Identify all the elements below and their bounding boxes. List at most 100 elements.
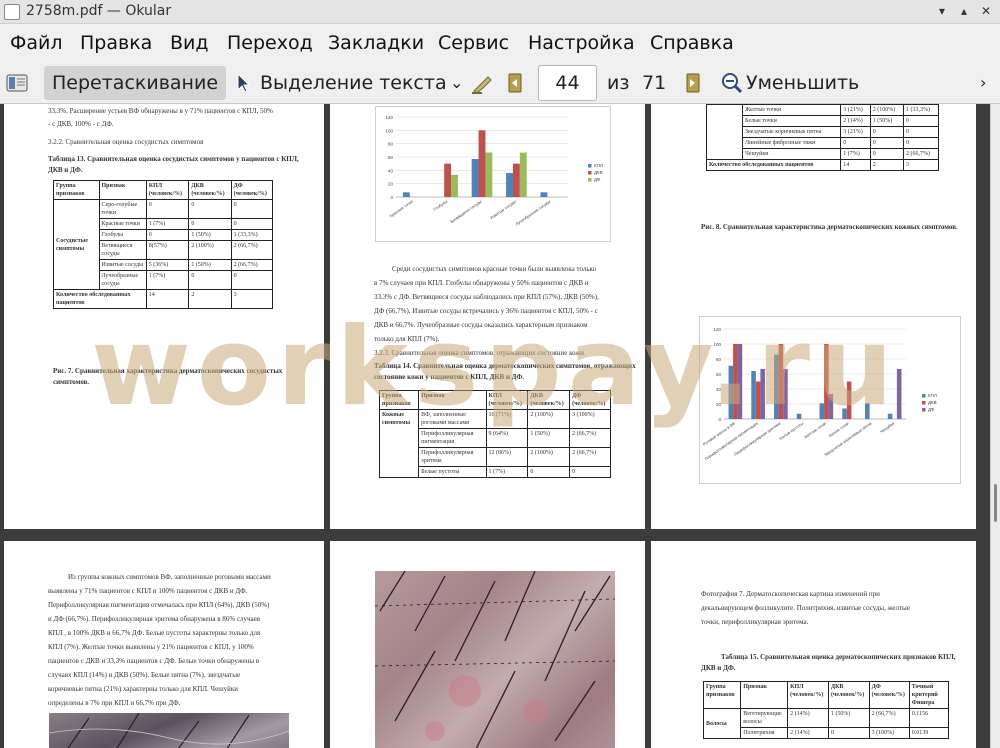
chart-bar (865, 403, 870, 419)
table-header-cell: Признак (98, 180, 147, 200)
table-cell: 2 (100%) (527, 447, 571, 467)
page-thumbnail[interactable]: 33,3%. Расширение устьев ВФ обнаружены в… (4, 104, 324, 529)
chart-bar (760, 368, 765, 419)
table-cell: 2 (66,7%) (902, 148, 940, 160)
maximize-icon[interactable]: ▴ (956, 3, 972, 19)
table-cell: Перифолликулярная пигментация (418, 428, 487, 448)
table-group-cell: Волосы (702, 708, 742, 739)
y-tick-label: 20 (716, 402, 722, 407)
chart-bar (737, 344, 743, 419)
chart-bar (519, 152, 527, 197)
data-table: Группа признаков Признак КПЛ (человек/%)… (702, 681, 950, 739)
figure-caption: точки, перифолликулярная эритема. (701, 618, 809, 626)
table-cell: 3 (100%) (868, 727, 910, 739)
menu-settings[interactable]: Настройка (528, 32, 635, 54)
data-table: Желтые точки 3 (21%) 2 (100%) 1 (33,3%) … (705, 104, 940, 171)
table-cell: Лучеобразные сосуды (98, 270, 147, 290)
table-cell: Желтые точки (741, 104, 842, 116)
table-group-cell (706, 104, 743, 160)
page-thumbnail[interactable] (330, 541, 645, 748)
y-tick-label: 20 (388, 182, 394, 187)
page-thumbnail[interactable]: 0 20 40 60 80 100 120 Красные точки Глобулы Ветвя… (330, 104, 645, 529)
x-tick-label: Лучеобразные сосуды (515, 199, 552, 227)
table-group-cell: Кожные симптомы (378, 409, 420, 478)
legend-label: ДФ (928, 407, 935, 412)
table-cell: 2 (100%) (869, 104, 904, 116)
table-cell: 2 (66,7%) (230, 240, 274, 260)
section-heading: 3.2.3. Сравнительная оценка симптомов, о… (374, 349, 585, 357)
previous-page-icon[interactable] (508, 66, 528, 100)
y-tick-label: 40 (388, 168, 394, 173)
minimize-icon[interactable]: ▾ (934, 3, 950, 19)
table-cell: 1 (50%) (869, 115, 904, 127)
chart-bar (471, 159, 479, 197)
page-number-input[interactable]: 44 (538, 65, 597, 101)
scrollbar-thumb[interactable] (994, 484, 997, 522)
table-cell: 2 (100%) (188, 240, 232, 260)
table-cell: 3 (21%) (840, 126, 871, 138)
chart-bar (828, 394, 834, 419)
menu-go[interactable]: Переход (227, 32, 313, 54)
sidebar-toggle-icon[interactable] (6, 66, 32, 100)
table-header-cell: Группа признаков (702, 681, 742, 709)
document-viewport[interactable]: 33,3%. Расширение устьев ВФ обнаружены в… (0, 104, 990, 748)
table-cell: 0 (902, 115, 940, 127)
browse-tool-button[interactable]: Перетаскивание (44, 66, 227, 100)
table-header-cell: КПЛ (человек/%) (787, 681, 829, 709)
next-page-icon[interactable] (686, 66, 706, 100)
highlighter-icon[interactable] (470, 66, 496, 100)
menu-view[interactable]: Вид (170, 32, 209, 54)
toolbar-overflow-icon[interactable]: › (980, 66, 986, 100)
page-text: в 7% случаев при КПЛ. Глобулы обнаружены… (374, 279, 589, 287)
table-cell: Вегетирующие волосы (740, 708, 789, 728)
page-thumbnail[interactable]: Из группы кожных симптомов ВФ, заполненн… (4, 541, 324, 748)
data-table: Группа признаков Признак КПЛ (человек/%)… (378, 390, 611, 478)
text-select-button[interactable]: Выделение текста (260, 66, 447, 100)
table-title: Таблица 13. Сравнительная оценка сосудис… (48, 155, 299, 163)
chart-bar (796, 413, 802, 419)
legend-swatch (588, 171, 592, 175)
table-cell: 8(57%) (145, 240, 190, 260)
table-cell: 1 (33,3%) (230, 229, 274, 241)
page-text: 33,3%. Расширение устьев ВФ обнаружены в… (48, 107, 273, 115)
table-cell: 14 (145, 289, 190, 309)
table-header-cell: Признак (418, 390, 487, 410)
close-icon[interactable]: ✕ (978, 3, 994, 19)
zoom-out-icon[interactable] (721, 66, 745, 100)
chart-bar (842, 408, 847, 419)
table-cell: 0 (230, 270, 274, 290)
menu-tools[interactable]: Сервис (438, 32, 509, 54)
main-toolbar: Перетаскивание Выделение текста ⌄ 44 из … (0, 62, 1000, 104)
table-cell: 2 (869, 159, 904, 171)
text-cursor-icon (236, 66, 258, 100)
zoom-out-button[interactable]: Уменьшить (746, 66, 859, 100)
table-header-cell: ДФ (человек/%) (868, 681, 910, 709)
table-cell: 1 (50%) (188, 259, 232, 271)
menu-file[interactable]: Файл (10, 32, 63, 54)
legend-label: КПЛ (928, 393, 937, 398)
page-thumbnail[interactable]: Желтые точки 3 (21%) 2 (100%) 1 (33,3%) … (651, 104, 976, 529)
menu-edit[interactable]: Правка (80, 32, 152, 54)
menu-help[interactable]: Справка (650, 32, 734, 54)
table-cell: 0 (145, 229, 190, 241)
page-thumbnail[interactable]: Фотография 7. Дерматоскопическая картина… (651, 541, 976, 748)
chart-bar (402, 192, 410, 197)
table-cell: Красные точки (98, 218, 147, 230)
table-cell: 0 (188, 218, 232, 230)
table-cell: 0 (230, 218, 274, 230)
okular-app-icon (4, 4, 20, 20)
table-header-cell: ДКВ (человек/%) (188, 180, 232, 200)
table-cell: Политрихия (740, 727, 789, 739)
vertical-scrollbar[interactable] (990, 104, 1000, 748)
table-title: ДКВ и ДФ. (701, 664, 736, 672)
chevron-down-icon[interactable]: ⌄ (450, 66, 463, 100)
table-cell: 0 (230, 199, 274, 219)
table-cell: Ветвящиеся сосуды (98, 240, 147, 260)
x-tick-label: Желтые точки (803, 421, 827, 440)
figure-caption: симптомов. (53, 378, 90, 386)
page-text: - с ДКВ, 100% - с ДФ. (48, 120, 114, 128)
menu-bookmarks[interactable]: Закладки (328, 32, 424, 54)
y-tick-label: 0 (390, 195, 393, 200)
table-cell: 2 (66,7%) (569, 428, 611, 448)
table-cell: 1 (50%) (188, 229, 232, 241)
